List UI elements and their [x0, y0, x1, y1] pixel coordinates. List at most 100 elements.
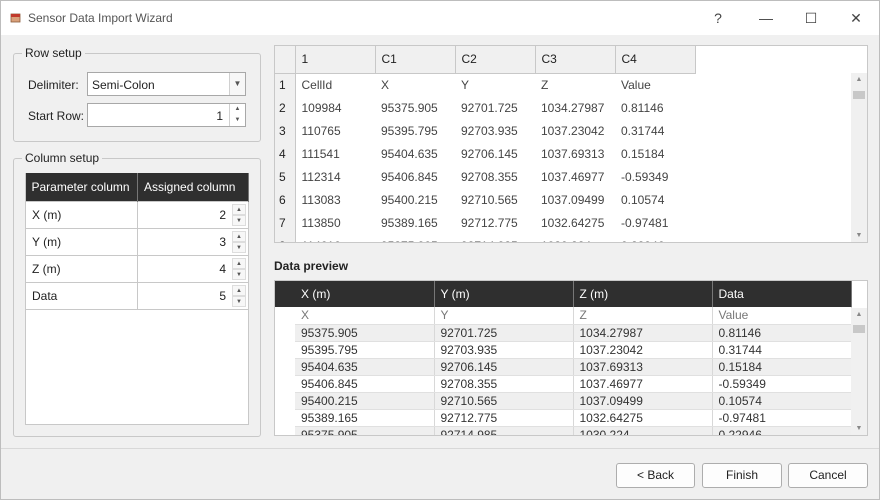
spin-down-icon[interactable]: ▼: [232, 295, 246, 307]
grid-col-header[interactable]: C2: [455, 46, 536, 74]
grid-cell[interactable]: 95375.905: [375, 96, 455, 119]
grid-cell[interactable]: 1037.23042: [535, 119, 615, 142]
preview-scrollbar[interactable]: ▲ ▼: [851, 308, 867, 435]
stepper-buttons[interactable]: ▲ ▼: [232, 257, 246, 280]
grid-cell[interactable]: Value: [615, 73, 695, 96]
back-button[interactable]: < Back: [616, 463, 695, 488]
grid-cell[interactable]: 1037.46977: [535, 165, 615, 188]
close-button[interactable]: ✕: [841, 7, 871, 29]
grid-cell[interactable]: 95389.165: [375, 211, 455, 234]
grid-cell[interactable]: -0.97481: [615, 211, 695, 234]
preview-col-header[interactable]: Data: [712, 281, 852, 307]
grid-cell[interactable]: 95400.215: [375, 188, 455, 211]
grid-cell[interactable]: 92712.775: [455, 211, 535, 234]
grid-cell[interactable]: 92710.565: [455, 188, 535, 211]
grid-cell[interactable]: 95395.795: [375, 119, 455, 142]
stepper-buttons[interactable]: ▲ ▼: [232, 284, 246, 307]
assigned-cell[interactable]: 4 ▲ ▼: [137, 254, 249, 283]
grid-cell[interactable]: 1030.224: [535, 234, 615, 243]
spin-up-icon[interactable]: ▲: [230, 104, 245, 115]
table-row: 7 113850 95389.165 92712.775 1032.64275 …: [275, 211, 695, 234]
grid-cell[interactable]: Y: [455, 73, 535, 96]
preview-col-header[interactable]: Y (m): [434, 281, 574, 307]
assigned-cell[interactable]: 5 ▲ ▼: [137, 281, 249, 310]
grid-col-header[interactable]: 1: [295, 46, 376, 74]
grid-col-header[interactable]: C3: [535, 46, 616, 74]
grid-cell[interactable]: 111541: [295, 142, 375, 165]
preview-cell: Y: [434, 307, 574, 325]
grid-cell[interactable]: 112314: [295, 165, 375, 188]
preview-cell: 1030.224: [573, 426, 713, 435]
grid-col-header[interactable]: C1: [375, 46, 456, 74]
grid-cell[interactable]: 110765: [295, 119, 375, 142]
delimiter-dropdown[interactable]: Semi-Colon ▼: [87, 72, 246, 96]
grid-cell[interactable]: 0.22946: [615, 234, 695, 243]
grid-cell[interactable]: 95406.845: [375, 165, 455, 188]
grid-cell[interactable]: 109984: [295, 96, 375, 119]
grid-cell[interactable]: 1034.27987: [535, 96, 615, 119]
minimize-button[interactable]: —: [751, 7, 781, 29]
preview-cell: 92706.145: [434, 358, 574, 376]
grid-cell[interactable]: Z: [535, 73, 615, 96]
scroll-thumb[interactable]: [853, 91, 865, 99]
spin-down-icon[interactable]: ▼: [232, 241, 246, 253]
spin-down-icon[interactable]: ▼: [232, 268, 246, 280]
spin-down-icon[interactable]: ▼: [230, 115, 245, 126]
preview-cell: 92714.985: [434, 426, 574, 435]
start-row-stepper[interactable]: 1 ▲ ▼: [87, 103, 246, 127]
grid-cell[interactable]: 0.31744: [615, 119, 695, 142]
preview-col-header[interactable]: Z (m): [573, 281, 713, 307]
stepper-buttons[interactable]: ▲ ▼: [229, 104, 245, 126]
grid-cell[interactable]: 0.10574: [615, 188, 695, 211]
assigned-cell[interactable]: 2 ▲ ▼: [137, 200, 249, 229]
table-row: 4 111541 95404.635 92706.145 1037.69313 …: [275, 142, 695, 165]
spin-up-icon[interactable]: ▲: [232, 230, 246, 242]
grid-cell[interactable]: CellId: [295, 73, 375, 96]
scroll-up-icon[interactable]: ▲: [851, 76, 867, 83]
cancel-button[interactable]: Cancel: [788, 463, 868, 488]
grid-cell[interactable]: 92714.985: [455, 234, 535, 243]
stepper-buttons[interactable]: ▲ ▼: [232, 230, 246, 253]
table-row: 95404.635 92706.145 1037.69313 0.15184: [295, 358, 852, 376]
grid-cell[interactable]: 92708.355: [455, 165, 535, 188]
table-row: 8 114616 95375.905 92714.985 1030.224 0.…: [275, 234, 695, 243]
grid-cell[interactable]: 95404.635: [375, 142, 455, 165]
grid-cell[interactable]: 92701.725: [455, 96, 535, 119]
raw-data-grid[interactable]: 1 C1 C2 C3 C4 1 CellId X Y Z Value 2 109…: [274, 45, 868, 243]
grid-col-header[interactable]: C4: [615, 46, 696, 74]
data-preview-grid[interactable]: X (m) Y (m) Z (m) Data X Y Z Value 95375…: [274, 280, 868, 436]
grid-cell[interactable]: 113850: [295, 211, 375, 234]
spin-up-icon[interactable]: ▲: [232, 284, 246, 296]
grid-cell[interactable]: 95375.905: [375, 234, 455, 243]
finish-button[interactable]: Finish: [702, 463, 782, 488]
grid-cell[interactable]: 92706.145: [455, 142, 535, 165]
scroll-down-icon[interactable]: ▼: [851, 425, 867, 432]
spin-up-icon[interactable]: ▲: [232, 257, 246, 269]
grid-cell[interactable]: 114616: [295, 234, 375, 243]
grid-cell[interactable]: 92703.935: [455, 119, 535, 142]
assigned-cell[interactable]: 3 ▲ ▼: [137, 227, 249, 256]
scroll-down-icon[interactable]: ▼: [851, 232, 867, 239]
grid-cell[interactable]: 1037.09499: [535, 188, 615, 211]
preview-cell: 95404.635: [295, 358, 435, 376]
scroll-up-icon[interactable]: ▲: [851, 311, 867, 318]
help-button[interactable]: ?: [703, 7, 733, 29]
raw-grid-scrollbar[interactable]: ▲ ▼: [851, 73, 867, 242]
grid-cell[interactable]: 1032.64275: [535, 211, 615, 234]
spin-down-icon[interactable]: ▼: [232, 214, 246, 226]
preview-cell: 1037.23042: [573, 341, 713, 359]
stepper-buttons[interactable]: ▲ ▼: [232, 203, 246, 226]
grid-cell[interactable]: 1037.69313: [535, 142, 615, 165]
assigned-value: 3: [219, 234, 226, 249]
grid-cell[interactable]: 0.81146: [615, 96, 695, 119]
maximize-button[interactable]: ☐: [796, 7, 826, 29]
scroll-thumb[interactable]: [853, 325, 865, 333]
table-row: 2 109984 95375.905 92701.725 1034.27987 …: [275, 96, 695, 119]
preview-col-header[interactable]: X (m): [295, 281, 435, 307]
grid-cell[interactable]: -0.59349: [615, 165, 695, 188]
grid-cell[interactable]: X: [375, 73, 455, 96]
chevron-down-icon[interactable]: ▼: [229, 73, 245, 95]
grid-cell[interactable]: 0.15184: [615, 142, 695, 165]
grid-cell[interactable]: 113083: [295, 188, 375, 211]
spin-up-icon[interactable]: ▲: [232, 203, 246, 215]
